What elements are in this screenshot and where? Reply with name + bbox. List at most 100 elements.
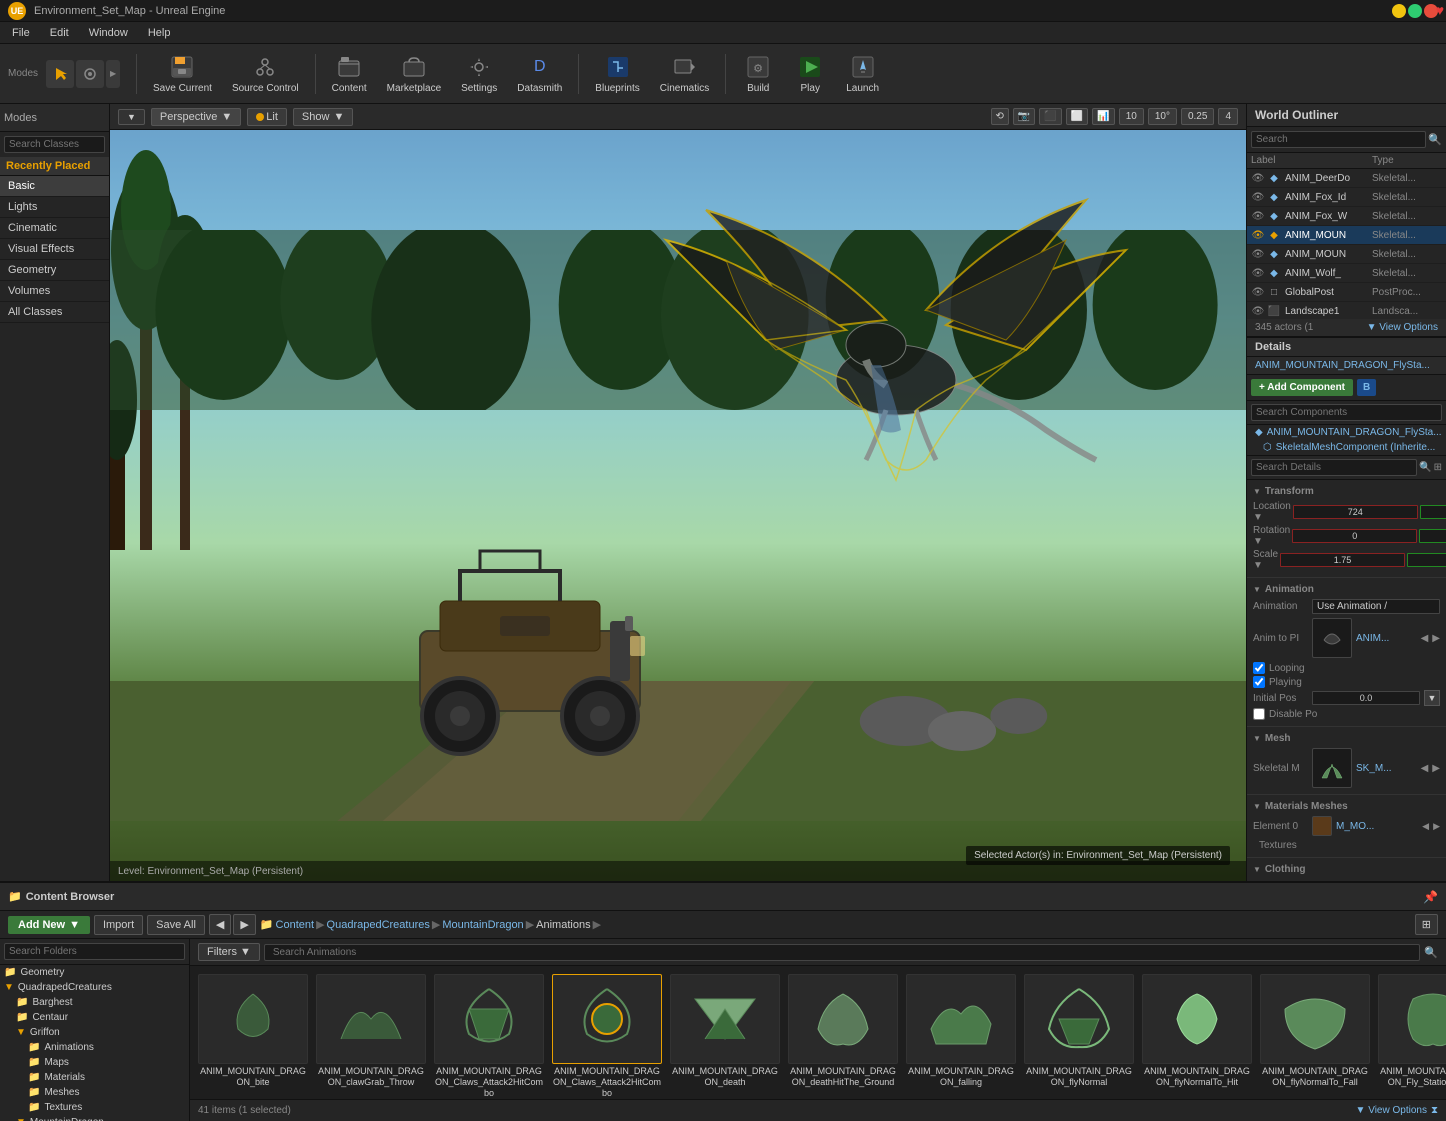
component-item-sub[interactable]: ⬡ SkeletalMeshComponent (Inherite... [1247, 440, 1446, 455]
nav-forward-button[interactable]: ▶ [233, 914, 255, 935]
cb-view-options-btn[interactable]: ⊞ [1415, 914, 1438, 935]
outliner-item-mount-2[interactable]: 👁 ◆ ANIM_MOUN Skeletal... [1247, 245, 1446, 264]
build-button[interactable]: ⚙ Build [734, 49, 782, 98]
nav-geometry[interactable]: Geometry [0, 260, 109, 281]
search-components-input[interactable] [1251, 404, 1442, 421]
asset-thumb-7[interactable]: ANIM_MOUNTAIN_DRAGON_flyNormal [1024, 974, 1134, 1088]
num4-display[interactable]: 4 [1218, 108, 1238, 125]
show-btn[interactable]: Show ▼ [293, 108, 353, 126]
initial-pos-input[interactable] [1312, 691, 1420, 705]
playing-checkbox[interactable] [1253, 676, 1265, 688]
mode-select-btn[interactable] [46, 60, 74, 88]
location-y-input[interactable] [1420, 505, 1446, 519]
cb-folder-quadraped[interactable]: ▼ QuadrapedCreatures [0, 980, 189, 995]
asset-thumb-9[interactable]: ANIM_MOUNTAIN_DRAGON_flyNormalTo_Fall [1260, 974, 1370, 1088]
details-grid-icon[interactable]: ⊞ [1434, 462, 1442, 473]
menu-file[interactable]: File [4, 25, 38, 41]
asset-thumb-6[interactable]: ANIM_MOUNTAIN_DRAGON_falling [906, 974, 1016, 1088]
asset-thumb-8[interactable]: ANIM_MOUNTAIN_DRAGON_flyNormalTo_Hit [1142, 974, 1252, 1088]
scale-display[interactable]: 0.25 [1181, 108, 1214, 125]
blueprints-button[interactable]: Blueprints [587, 49, 647, 98]
asset-thumb-0[interactable]: ANIM_MOUNTAIN_DRAGON_bite [198, 974, 308, 1088]
nav-basic[interactable]: Basic [0, 176, 109, 197]
asset-thumb-2[interactable]: ANIM_MOUNTAIN_DRAGON_Claws_Attack2HitCom… [434, 974, 544, 1098]
maximize-button[interactable] [1408, 4, 1422, 18]
outliner-item-mount-selected[interactable]: 👁 ◆ ANIM_MOUN Skeletal... [1247, 226, 1446, 245]
search-magnifier-icon[interactable]: 🔍 [1424, 946, 1438, 959]
outliner-search-input[interactable] [1251, 131, 1426, 148]
cb-folder-geometry[interactable]: 📁 Geometry [0, 965, 189, 980]
cb-view-options-footer-btn[interactable]: ▼ View Options ⧗ [1356, 1105, 1438, 1116]
nav-back-button[interactable]: ◀ [209, 914, 231, 935]
anim-nav-right-icon[interactable]: ▶ [1432, 633, 1440, 644]
minimize-button[interactable] [1392, 4, 1406, 18]
lit-btn[interactable]: Lit [247, 108, 287, 126]
cb-pin-icon[interactable]: 📌 [1423, 890, 1438, 904]
add-new-button[interactable]: Add New ▼ [8, 916, 90, 934]
cb-folder-griffon-meshes[interactable]: 📁 Meshes [0, 1085, 189, 1100]
settings-button[interactable]: Settings [453, 49, 505, 98]
cinematics-button[interactable]: Cinematics [652, 49, 717, 98]
camera-btn-2[interactable]: 📷 [1013, 108, 1035, 125]
source-control-button[interactable]: Source Control [224, 49, 307, 98]
cb-folder-search-input[interactable] [4, 943, 185, 960]
nav-all-classes[interactable]: All Classes [0, 302, 109, 323]
nav-volumes[interactable]: Volumes [0, 281, 109, 302]
modes-expand-btn[interactable]: ▶ [106, 60, 120, 88]
outliner-item-fox-id[interactable]: 👁 ◆ ANIM_Fox_Id Skeletal... [1247, 188, 1446, 207]
mesh-nav-right-icon[interactable]: ▶ [1432, 763, 1440, 774]
launch-button[interactable]: Launch [838, 49, 887, 98]
nav-lights[interactable]: Lights [0, 197, 109, 218]
cb-content[interactable]: ANIM_MOUNTAIN_DRAGON_bite ANIM_MOUNTAIN_… [190, 966, 1446, 1099]
breadcrumb-quadraped[interactable]: QuadrapedCreatures [327, 919, 430, 931]
asset-thumb-10[interactable]: ANIM_MOUNTAIN_DRAGON_Fly_StationaryGet [1378, 974, 1446, 1088]
search-details-icon[interactable]: 🔍 [1419, 462, 1431, 473]
menu-edit[interactable]: Edit [42, 25, 77, 41]
cb-folder-griffon-textures[interactable]: 📁 Textures [0, 1100, 189, 1115]
camera-btn-5[interactable]: 📊 [1092, 108, 1114, 125]
outliner-item-wolf[interactable]: 👁 ◆ ANIM_Wolf_ Skeletal... [1247, 264, 1446, 283]
content-button[interactable]: Content [324, 49, 375, 98]
cb-folder-barghest[interactable]: 📁 Barghest [0, 995, 189, 1010]
outliner-item-landscape1[interactable]: 👁 ⬛ Landscape1 Landsca... [1247, 302, 1446, 319]
perspective-btn[interactable]: Perspective ▼ [151, 108, 241, 126]
mode-paint-btn[interactable] [76, 60, 104, 88]
nav-cinematic[interactable]: Cinematic [0, 218, 109, 239]
camera-btn-1[interactable]: ⟲ [991, 108, 1009, 125]
outliner-search-icon[interactable]: 🔍 [1428, 133, 1442, 146]
material-nav-right-icon[interactable]: ▶ [1433, 821, 1440, 832]
initial-pos-expand-icon[interactable]: ▼ [1424, 690, 1440, 706]
location-x-input[interactable] [1293, 505, 1418, 519]
view-options-btn[interactable]: ▼ View Options [1367, 322, 1438, 333]
angle-display[interactable]: 10° [1148, 108, 1177, 125]
nav-visual-effects[interactable]: Visual Effects [0, 239, 109, 260]
disable-po-checkbox[interactable] [1253, 708, 1265, 720]
datasmith-button[interactable]: D Datasmith [509, 49, 570, 98]
save-all-button[interactable]: Save All [147, 915, 205, 935]
cb-search-input[interactable] [264, 944, 1420, 961]
import-button[interactable]: Import [94, 915, 143, 935]
play-button[interactable]: Play [786, 49, 834, 98]
camera-btn-3[interactable]: ⬛ [1039, 108, 1061, 125]
viewport[interactable]: Selected Actor(s) in: Environment_Set_Ma… [110, 130, 1246, 881]
blueprint-button[interactable]: B [1357, 379, 1376, 396]
asset-thumb-4[interactable]: ANIM_MOUNTAIN_DRAGON_death [670, 974, 780, 1088]
scale-y-input[interactable] [1407, 553, 1446, 567]
asset-thumb-5[interactable]: ANIM_MOUNTAIN_DRAGON_deathHitThe_Ground [788, 974, 898, 1088]
cb-folder-griffon[interactable]: ▼ Griffon [0, 1025, 189, 1040]
search-classes-input[interactable] [4, 136, 105, 153]
save-current-button[interactable]: Save Current [145, 49, 220, 98]
breadcrumb-mountaindragon[interactable]: MountainDragon [442, 919, 523, 931]
animation-value[interactable]: Use Animation / [1312, 599, 1440, 614]
component-item-main[interactable]: ◆ ANIM_MOUNTAIN_DRAGON_FlySta... [1247, 425, 1446, 440]
outliner-item-deer[interactable]: 👁 ◆ ANIM_DeerDo Skeletal... [1247, 169, 1446, 188]
mesh-nav-left-icon[interactable]: ◀ [1421, 763, 1429, 774]
search-details-input[interactable] [1251, 459, 1417, 476]
breadcrumb-content[interactable]: Content [276, 919, 315, 931]
num-display[interactable]: 10 [1119, 108, 1144, 125]
breadcrumb-animations[interactable]: Animations [536, 919, 590, 931]
cb-folder-griffon-materials[interactable]: 📁 Materials [0, 1070, 189, 1085]
marketplace-button[interactable]: Marketplace [379, 49, 449, 98]
anim-nav-left-icon[interactable]: ◀ [1421, 633, 1429, 644]
asset-thumb-3[interactable]: ♥ ANIM_MOUNTAIN_DRAGON_Claws_Attack2HitC… [552, 974, 662, 1098]
